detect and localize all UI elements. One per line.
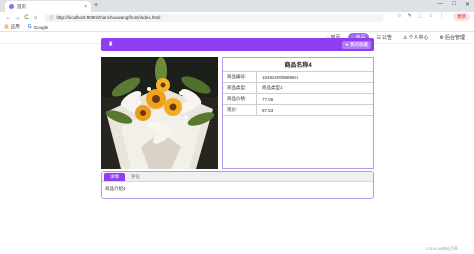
update-button[interactable]: 更新 (453, 13, 470, 21)
window-controls: — □ ✕ (437, 1, 470, 8)
favorite-label: 我的收藏 (350, 42, 368, 47)
back-icon[interactable]: ← (4, 15, 13, 21)
tab-detail[interactable]: 详情 (104, 173, 125, 181)
favicon-icon (9, 4, 14, 9)
info-label: 商品价格: (223, 94, 257, 104)
menu-icon[interactable]: ⋮ (439, 13, 444, 19)
nav-label: 后台管理 (444, 35, 465, 41)
info-value: 77.06 (262, 96, 274, 102)
extension-icon[interactable]: ⬚ (418, 13, 423, 19)
apps-grid-icon: ▦ (4, 24, 9, 30)
bookmark-label: 应用 (10, 24, 20, 29)
close-tab-icon[interactable]: × (84, 4, 87, 10)
nav-item-admin[interactable]: ⚙ 后台管理 (437, 33, 469, 42)
info-row-current-price: 现价: 87.53 (223, 105, 373, 116)
product-info-panel: 商品名称4 商品编号: 1648220098896H 商品类型: 商品类型1 商… (222, 57, 374, 169)
bookmarks-bar: ▦ 应用 G Google (0, 23, 474, 32)
edit-icon[interactable]: ✎ (408, 13, 412, 19)
info-label: 现价: (223, 105, 257, 115)
star-icon: ★ (344, 42, 349, 47)
user-icon: ♙ (403, 34, 408, 41)
maximize-icon[interactable]: □ (452, 1, 456, 8)
product-title: 商品名称4 (223, 58, 373, 72)
tab-title: 首页 (17, 3, 26, 9)
detail-panel: 详情 评论 商品介绍4 (101, 171, 374, 199)
reload-icon[interactable]: C (22, 15, 31, 21)
site-info-icon[interactable]: ⓘ (49, 15, 54, 21)
new-tab-icon[interactable]: + (94, 2, 98, 9)
flower-bouquet-image (101, 57, 218, 169)
gear-icon: ⚙ (439, 34, 444, 41)
url-text: http://localhost:8080/zhanchouwang/front… (56, 15, 161, 20)
info-label: 商品编号: (223, 72, 257, 82)
banner-icon: ♜ (108, 42, 114, 48)
product-image (101, 57, 218, 169)
notice-icon: ☷ (376, 34, 381, 41)
url-input[interactable]: ⓘ http://localhost:8080/zhanchouwang/fro… (44, 13, 384, 22)
tab-strip: 首页 × + — □ ✕ (0, 0, 474, 12)
bookmark-google[interactable]: G Google (28, 24, 48, 30)
detail-tabs: 详情 评论 (102, 172, 373, 182)
browser-tab[interactable]: 首页 × (5, 1, 91, 12)
bookmark-label: Google (33, 24, 49, 30)
info-row-type: 商品类型: 商品类型1 (223, 83, 373, 94)
info-row-price: 商品价格: 77.06 (223, 94, 373, 105)
nav-item-profile[interactable]: ♙ 个人中心 (400, 33, 432, 42)
watermark: CSDN @神仙百草 (425, 246, 458, 251)
google-icon: G (27, 24, 32, 30)
info-label: 商品类型: (223, 83, 257, 93)
close-window-icon[interactable]: ✕ (465, 1, 470, 8)
favorite-button[interactable]: ★ 我的收藏 (341, 41, 371, 49)
info-row-number: 商品编号: 1648220098896H (223, 72, 373, 83)
bookmark-star-icon[interactable]: ☆ (397, 13, 401, 19)
star-icon[interactable]: ☆ (429, 13, 433, 19)
info-value: 商品类型1 (262, 85, 283, 90)
nav-item-notice[interactable]: ☷ 公告 (374, 33, 396, 42)
browser-window: 首页 × + — □ ✕ ← → C ⌂ ⓘ http://localhost:… (0, 0, 474, 254)
bookmark-apps[interactable]: ▦ 应用 (4, 24, 20, 30)
minimize-icon[interactable]: — (437, 1, 443, 8)
extension-icons: ☆ ✎ ⬚ ☆ ⋮ (397, 13, 444, 19)
nav-label: 个人中心 (408, 35, 429, 41)
tab-comments[interactable]: 评论 (125, 173, 146, 181)
home-icon[interactable]: ⌂ (31, 15, 40, 21)
info-value: 1648220098896H (262, 74, 298, 80)
product-banner: ♜ ★ 我的收藏 (101, 38, 374, 51)
forward-icon[interactable]: → (13, 15, 22, 21)
info-value: 87.53 (262, 107, 274, 113)
detail-content: 商品介绍4 (105, 186, 126, 191)
nav-label: 公告 (381, 35, 392, 41)
